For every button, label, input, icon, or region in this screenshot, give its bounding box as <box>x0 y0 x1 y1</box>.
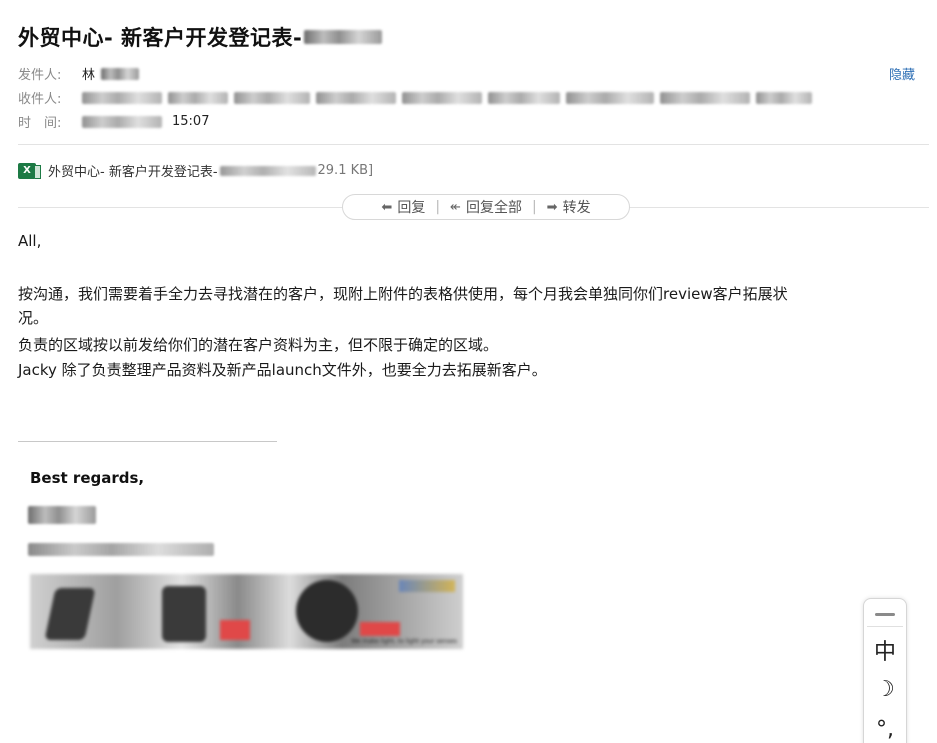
time-label: 时 间: <box>18 116 62 131</box>
reply-button[interactable]: ⬅ 回复 <box>381 197 425 217</box>
ime-punctuation-toggle[interactable]: °, <box>876 713 894 743</box>
time-row: 时 间: 15:07 <box>18 112 209 131</box>
excel-file-icon: X <box>18 162 41 179</box>
redacted-recipient[interactable] <box>82 91 162 104</box>
redacted-recipient[interactable] <box>566 91 654 104</box>
redacted-recipient[interactable] <box>488 91 560 104</box>
email-subject: 外贸中心- 新客户开发登记表- <box>18 22 383 52</box>
ime-collapse-handle[interactable] <box>875 613 895 616</box>
action-separator: | <box>435 199 441 215</box>
attachment-name[interactable]: 外贸中心- 新客户开发登记表- <box>48 161 218 180</box>
time-value: 15:07 <box>172 114 210 129</box>
ime-moon-icon[interactable]: ☽ <box>875 673 895 707</box>
email-body-line: 按沟通，我们需要着手全力去寻找潜在的客户，现附上附件的表格供使用，每个月我会单独… <box>18 285 788 303</box>
sender-label: 发件人: <box>18 68 62 83</box>
sender-name[interactable]: 林 <box>82 64 95 83</box>
email-greeting: All, <box>18 232 42 250</box>
reply-all-arrow-icon: ↞ <box>450 199 461 215</box>
redacted-recipient[interactable] <box>660 91 750 104</box>
redacted-attachment-name <box>219 165 316 176</box>
brand-logo <box>399 580 455 592</box>
redacted-signature-name <box>28 506 96 524</box>
reply-arrow-icon: ⬅ <box>381 199 393 215</box>
recipient-label: 收件人: <box>18 92 62 107</box>
forward-arrow-icon: ➡ <box>546 199 558 215</box>
ime-separator <box>867 625 903 627</box>
redacted-subject-suffix <box>304 30 383 44</box>
reply-label: 回复 <box>397 200 426 216</box>
redacted-recipient[interactable] <box>234 91 310 104</box>
redacted-date <box>82 115 162 128</box>
signature-divider <box>18 441 277 442</box>
email-body-line: 况。 <box>18 309 49 327</box>
sender-row: 发件人: 林 <box>18 64 140 83</box>
email-body-line: 负责的区域按以前发给你们的潜在客户资料为主，但不限于确定的区域。 <box>18 336 499 354</box>
redacted-recipient[interactable] <box>756 91 812 104</box>
redacted-recipient[interactable] <box>316 91 396 104</box>
ime-toolbar: 中 ☽ °, <box>863 598 907 743</box>
recipient-row: 收件人: <box>18 88 812 107</box>
signature-regards: Best regards, <box>30 469 145 487</box>
ime-language-toggle[interactable]: 中 <box>874 633 896 667</box>
attachment-item[interactable]: X 外贸中心- 新客户开发登记表- 29.1 KB] <box>18 161 373 180</box>
action-separator: | <box>531 199 537 215</box>
attachment-size: 29.1 KB] <box>317 163 374 178</box>
reply-all-button[interactable]: ↞ 回复全部 <box>450 197 522 217</box>
email-body-line: Jacky 除了负责整理产品资料及新产品launch文件外，也要全力去拓展新客户… <box>18 361 547 379</box>
subject-text: 外贸中心- 新客户开发登记表- <box>18 26 303 50</box>
redacted-recipient[interactable] <box>402 91 482 104</box>
redacted-signature-contact <box>28 543 214 556</box>
redacted-sender <box>101 67 140 80</box>
banner-tagline: We make light, to light your senses <box>351 638 457 645</box>
redacted-recipient[interactable] <box>168 91 228 104</box>
forward-button[interactable]: ➡ 转发 <box>547 197 591 217</box>
reply-all-label: 回复全部 <box>465 200 522 216</box>
email-action-bar: ⬅ 回复 | ↞ 回复全部 | ➡ 转发 <box>342 194 630 220</box>
header-divider <box>18 144 929 145</box>
forward-label: 转发 <box>562 200 591 216</box>
signature-banner-image: We make light, to light your senses <box>30 574 463 649</box>
hide-details-link[interactable]: 隐藏 <box>889 64 915 83</box>
